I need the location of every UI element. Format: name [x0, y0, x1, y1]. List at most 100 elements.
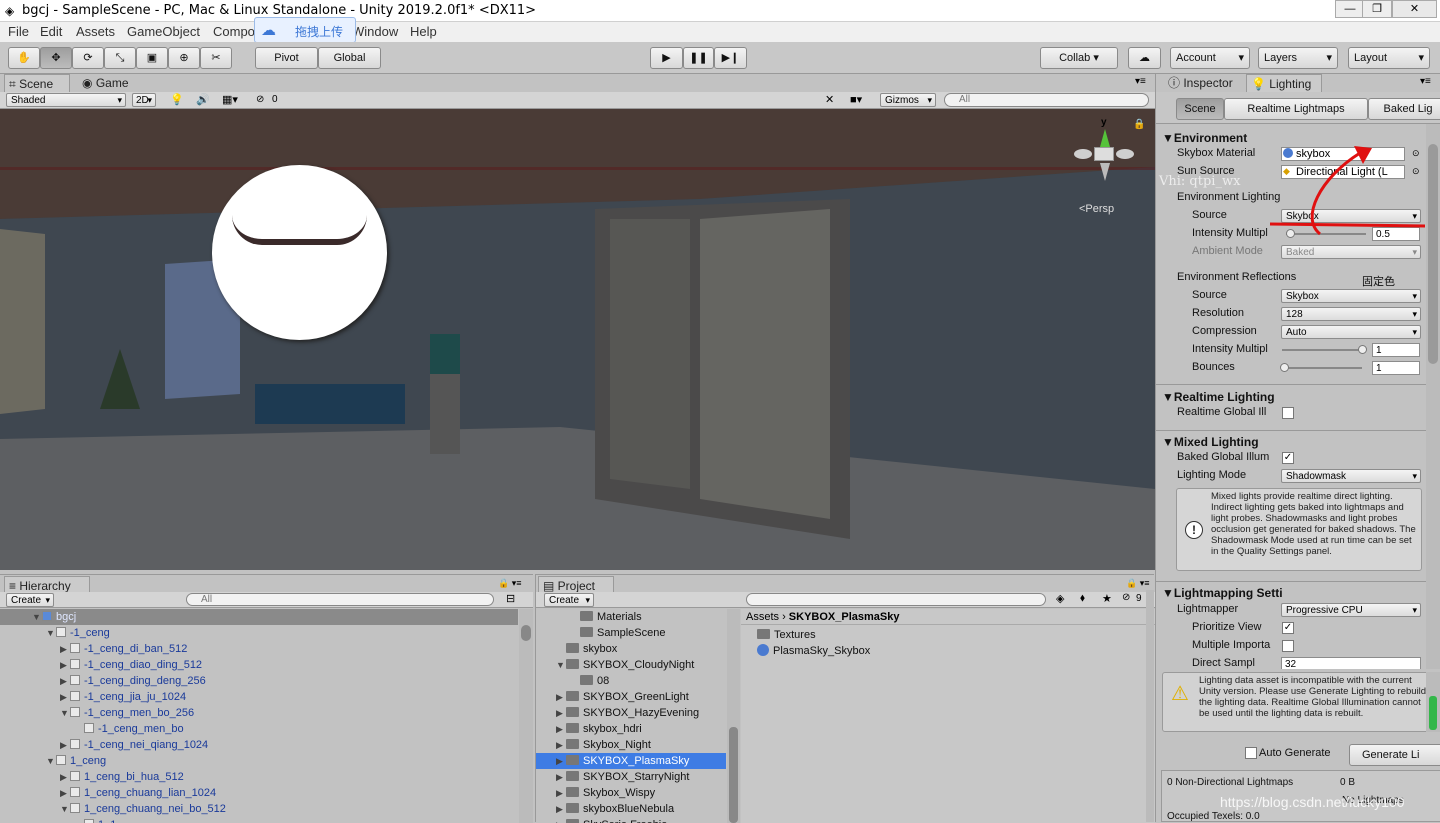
folder-tree-item[interactable]: ▶ Skybox_Night [536, 737, 726, 753]
gizmos-dropdown[interactable]: Gizmos [880, 93, 936, 107]
foldout-arrow-icon[interactable]: ▶ [60, 673, 70, 689]
folder-tree-item[interactable]: SampleScene [536, 625, 726, 641]
multiple-importance-checkbox[interactable] [1282, 640, 1294, 652]
folder-tree-item[interactable]: ▶ SKYBOX_PlasmaSky [536, 753, 726, 769]
cloud-services-icon[interactable]: ☁ [1128, 47, 1161, 69]
favorite-star-icon[interactable]: ★ [1102, 592, 1112, 605]
hierarchy-row[interactable]: ▶ -1_ceng_nei_qiang_1024 [0, 737, 518, 753]
menu-component[interactable]: Compo [213, 24, 255, 39]
subtab-scene[interactable]: Scene [1176, 98, 1224, 120]
foldout-arrow-icon[interactable]: ▶ [556, 705, 566, 721]
upload-widget[interactable]: ☁ 拖拽上传 [254, 17, 356, 43]
hierarchy-row[interactable]: ▶ -1_ceng_ding_deng_256 [0, 673, 518, 689]
lightmapping-header[interactable]: ▼Lightmapping Setti [1162, 586, 1283, 600]
folder-tree-item[interactable]: ▶ SkySerie Freebie [536, 817, 726, 823]
scene-viewport[interactable]: y 🔒 <Persp [0, 109, 1155, 570]
menu-assets[interactable]: Assets [76, 24, 115, 39]
menu-gameobject[interactable]: GameObject [127, 24, 200, 39]
direct-samples-field[interactable]: 32 [1281, 657, 1421, 669]
asset-item[interactable]: Textures [757, 627, 816, 643]
menu-file[interactable]: File [8, 24, 29, 39]
lighting-mode-dropdown[interactable]: Shadowmask [1281, 469, 1421, 483]
folder-tree-item[interactable]: ▶ Skybox_Wispy [536, 785, 726, 801]
tab-inspector[interactable]: ⓘ Inspector [1164, 74, 1237, 92]
scale-tool-icon[interactable]: ⤡ [104, 47, 136, 69]
hidden-objects-icon[interactable]: ⊘ [256, 94, 264, 105]
foldout-arrow-icon[interactable]: ▼ [46, 625, 56, 641]
custom-tool-icon[interactable]: ✂ [200, 47, 232, 69]
hierarchy-row[interactable]: ▼ 1_ceng [0, 753, 518, 769]
realtime-gi-checkbox[interactable] [1282, 407, 1294, 419]
project-tree-scrollbar[interactable] [727, 609, 740, 823]
breadcrumb-current[interactable]: SKYBOX_PlasmaSky [789, 611, 900, 623]
compression-dropdown[interactable]: Auto [1281, 325, 1421, 339]
rotate-tool-icon[interactable]: ⟳ [72, 47, 104, 69]
mixed-lighting-header[interactable]: ▼Mixed Lighting [1162, 435, 1259, 449]
pivot-button[interactable]: Pivot [255, 47, 318, 69]
hierarchy-scroll-thumb[interactable] [521, 625, 531, 641]
play-button[interactable]: ▶ [650, 47, 683, 69]
folder-tree-item[interactable]: 08 [536, 673, 726, 689]
project-search-input[interactable] [746, 593, 1046, 606]
panel-menu-icon[interactable]: ▾≡ [1135, 76, 1146, 87]
foldout-arrow-icon[interactable]: ▶ [556, 769, 566, 785]
foldout-arrow-icon[interactable]: ▶ [556, 737, 566, 753]
foldout-arrow-icon[interactable]: ▶ [556, 721, 566, 737]
2d-toggle[interactable]: 2D [132, 93, 156, 107]
gizmo-y-arrow[interactable] [1100, 129, 1110, 147]
hidden-packages-icon[interactable]: ⊘ [1122, 592, 1130, 603]
account-dropdown[interactable]: Account ▾ [1170, 47, 1250, 69]
project-lock-icon[interactable]: 🔒 ▾≡ [1126, 578, 1149, 589]
global-button[interactable]: Global [318, 47, 381, 69]
hierarchy-row[interactable]: ▶ 1_ceng_chuang_lian_1024 [0, 785, 518, 801]
tab-lighting[interactable]: 💡 Lighting [1246, 74, 1322, 92]
folder-tree-item[interactable]: ▶ SKYBOX_StarryNight [536, 769, 726, 785]
gizmo-neg-y-arrow[interactable] [1100, 163, 1110, 181]
environment-header[interactable]: ▼Environment [1162, 131, 1247, 145]
subtab-baked-lightmaps[interactable]: Baked Lig [1368, 98, 1440, 120]
hierarchy-row[interactable]: 1_1_... [0, 817, 518, 823]
foldout-arrow-icon[interactable]: ▼ [556, 657, 566, 673]
foldout-arrow-icon[interactable]: ▼ [32, 609, 42, 625]
foldout-arrow-icon[interactable]: ▶ [60, 657, 70, 673]
transform-tool-icon[interactable]: ⊕ [168, 47, 200, 69]
hierarchy-row[interactable]: ▶ 1_ceng_bi_hua_512 [0, 769, 518, 785]
bounces-knob[interactable] [1280, 363, 1289, 372]
hierarchy-row[interactable]: -1_ceng_men_bo [0, 721, 518, 737]
maximize-button[interactable]: ❐ [1362, 0, 1392, 18]
effects-toggle-icon[interactable]: ▦▾ [222, 93, 238, 106]
project-create-dropdown[interactable]: Create [544, 593, 594, 607]
refl-intensity-knob[interactable] [1358, 345, 1367, 354]
assets-scrollbar[interactable] [1146, 590, 1154, 822]
hierarchy-row[interactable]: ▼ -1_ceng_men_bo_256 [0, 705, 518, 721]
hierarchy-row[interactable]: ▶ -1_ceng_diao_ding_512 [0, 657, 518, 673]
lighting-menu-icon[interactable]: ▾≡ [1420, 76, 1431, 87]
rect-tool-icon[interactable]: ▣ [136, 47, 168, 69]
scene-gizmo[interactable]: y [1072, 117, 1136, 189]
hierarchy-row[interactable]: ▶ -1_ceng_di_ban_512 [0, 641, 518, 657]
layers-dropdown[interactable]: Layers ▾ [1258, 47, 1338, 69]
audio-toggle-icon[interactable]: 🔊 [196, 93, 210, 106]
camera-icon[interactable]: ■▾ [850, 93, 862, 106]
menu-window[interactable]: Window [352, 24, 398, 39]
lightmapper-dropdown[interactable]: Progressive CPU [1281, 603, 1421, 617]
hierarchy-create-dropdown[interactable]: Create [6, 593, 54, 607]
folder-tree-item[interactable]: ▶ skyboxBlueNebula [536, 801, 726, 817]
foldout-arrow-icon[interactable]: ▼ [60, 801, 70, 817]
gizmo-cube[interactable] [1094, 147, 1114, 161]
ambient-mode-dropdown[interactable]: Baked [1281, 245, 1421, 259]
collab-button[interactable]: Collab ▾ [1040, 47, 1118, 69]
hierarchy-row[interactable]: ▼ -1_ceng [0, 625, 518, 641]
asset-item[interactable]: PlasmaSky_Skybox [757, 643, 870, 659]
step-button[interactable]: ▶❙ [714, 47, 747, 69]
refl-source-dropdown[interactable]: Skybox [1281, 289, 1421, 303]
resolution-dropdown[interactable]: 128 [1281, 307, 1421, 321]
bounces-slider[interactable] [1282, 367, 1362, 369]
prioritize-view-checkbox[interactable]: ✓ [1282, 622, 1294, 634]
foldout-arrow-icon[interactable]: ▶ [60, 641, 70, 657]
folder-tree-item[interactable]: ▶ SKYBOX_HazyEvening [536, 705, 726, 721]
hierarchy-lock-icon[interactable]: 🔒 ▾≡ [498, 578, 521, 589]
hierarchy-scrollbar[interactable] [519, 609, 533, 823]
menu-edit[interactable]: Edit [40, 24, 62, 39]
auto-generate-checkbox[interactable] [1245, 747, 1257, 759]
